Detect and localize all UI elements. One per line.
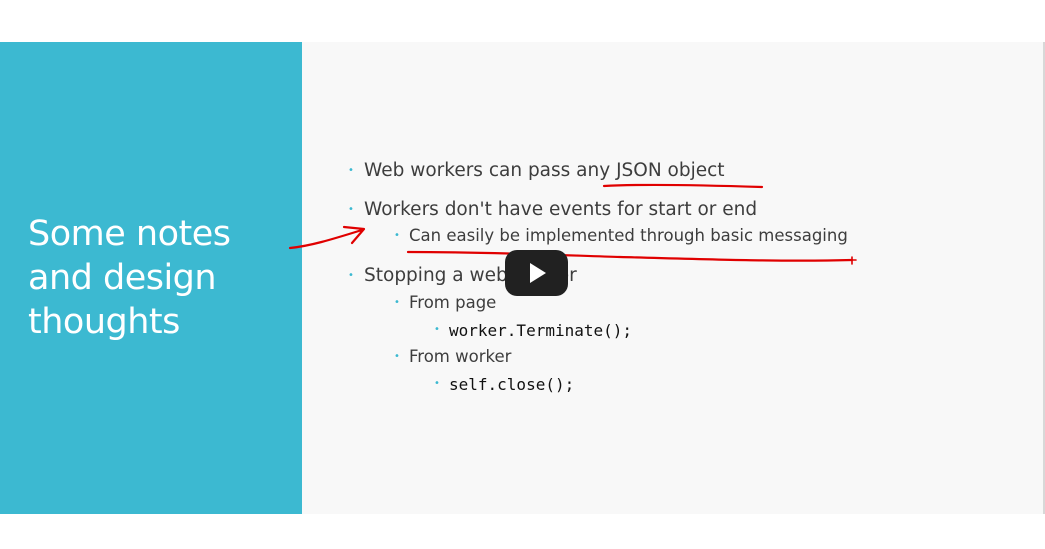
- bullet-basic-messaging: • Can easily be implemented through basi…: [394, 226, 848, 245]
- bullet-dot: •: [394, 351, 400, 362]
- bullet-dot: •: [394, 297, 400, 308]
- bullet-text: Can easily be implemented through basic …: [409, 226, 848, 245]
- video-frame: Some notes and design thoughts • Web wor…: [0, 0, 1045, 549]
- bullet-dot: •: [348, 270, 354, 281]
- bullet-json-object: • Web workers can pass any JSON object: [348, 160, 725, 181]
- bullet-dot: •: [348, 165, 354, 176]
- bullet-no-events: • Workers don't have events for start or…: [348, 199, 758, 220]
- bullet-from-worker: • From worker: [394, 347, 512, 366]
- bullet-text: From worker: [409, 347, 512, 366]
- bullet-dot: •: [434, 378, 440, 389]
- bullet-code-close: • self.close();: [434, 375, 575, 394]
- bullet-code-terminate: • worker.Terminate();: [434, 321, 633, 340]
- bullet-dot: •: [394, 230, 400, 241]
- bullet-text: Web workers can pass any JSON object: [364, 160, 725, 181]
- bullet-text: Workers don't have events for start or e…: [364, 199, 758, 220]
- play-button[interactable]: [505, 250, 568, 296]
- bullet-text: From page: [409, 293, 497, 312]
- code-text: self.close();: [449, 375, 575, 394]
- play-icon: [530, 263, 546, 283]
- bullet-dot: •: [434, 324, 440, 335]
- code-text: worker.Terminate();: [449, 321, 633, 340]
- bullet-dot: •: [348, 204, 354, 215]
- bullet-from-page: • From page: [394, 293, 497, 312]
